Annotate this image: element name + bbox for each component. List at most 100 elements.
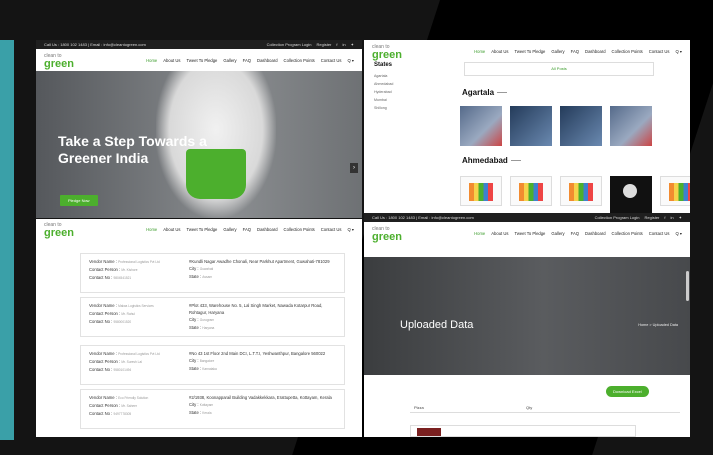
vendor-nav: clean to green Home About Us Tweet To Ple… <box>36 219 362 239</box>
nav-faq[interactable]: FAQ <box>571 231 579 236</box>
menu: Home About Us Tweet To Pledge Gallery FA… <box>474 231 682 236</box>
nav-contact[interactable]: Contact Us <box>321 227 342 232</box>
gallery-nav: clean to green Home About Us Tweet To Ple… <box>364 40 690 62</box>
home-page-panel: Call Us : 1800 102 1483 | Email : info@c… <box>36 40 362 218</box>
column-header: Pizza <box>414 405 424 410</box>
column-header: Qty <box>526 405 533 410</box>
nav-home[interactable]: Home <box>146 227 157 232</box>
register-link[interactable]: Register <box>316 42 331 47</box>
nav-gallery[interactable]: Gallery <box>223 227 236 232</box>
nav-collection-points[interactable]: Collection Points <box>612 231 643 236</box>
main-nav: clean to green Home About Us Tweet To Ple… <box>364 222 690 244</box>
linkedin-icon[interactable]: in <box>671 215 674 220</box>
nav-home[interactable]: Home <box>474 49 485 54</box>
linkedin-icon[interactable]: in <box>343 42 346 47</box>
gallery-photo[interactable] <box>460 106 502 146</box>
logo[interactable]: clean to green <box>44 52 74 70</box>
nav-home[interactable]: Home <box>474 231 485 236</box>
page-title: Uploaded Data <box>400 319 474 331</box>
state-item[interactable]: Agartala <box>374 72 444 80</box>
gallery-photo[interactable] <box>560 176 602 206</box>
nav-gallery[interactable]: Gallery <box>223 58 236 63</box>
vendor-card: Vendor Name : Professional Logistics Pvt… <box>80 345 345 385</box>
contact-info: Call Us : 1800 102 1483 | Email : info@c… <box>44 42 146 47</box>
gallery-page-panel: clean to green Home About Us Tweet To Ple… <box>364 40 690 215</box>
nav-about[interactable]: About Us <box>163 227 180 232</box>
state-item[interactable]: Mumbai <box>374 96 444 104</box>
nav-dashboard[interactable]: Dashboard <box>257 227 278 232</box>
nav-tweet[interactable]: Tweet To Pledge <box>187 58 218 63</box>
nav-contact[interactable]: Contact Us <box>321 58 342 63</box>
search-icon[interactable]: Q ▾ <box>675 49 682 54</box>
menu: Home About Us Tweet To Pledge Gallery FA… <box>146 227 354 232</box>
state-item[interactable]: Hyderabad <box>374 88 444 96</box>
gallery-photo[interactable] <box>510 106 552 146</box>
sidebar-title: States <box>374 62 393 68</box>
device-frame: Call Us : 1800 102 1483 | Email : info@c… <box>0 0 713 455</box>
state-item[interactable]: Shillong <box>374 104 444 112</box>
gallery-photo[interactable] <box>610 176 652 215</box>
logo[interactable]: clean to green <box>372 225 402 243</box>
chevron-right-icon[interactable]: › <box>350 163 358 173</box>
logo[interactable]: clean to green <box>372 43 402 61</box>
page-banner: Uploaded Data Home > Uploaded Data <box>364 257 690 375</box>
background-accent <box>0 40 14 440</box>
twitter-icon[interactable]: ✦ <box>351 42 354 47</box>
search-icon[interactable]: Q ▾ <box>347 227 354 232</box>
gallery-photo[interactable] <box>560 106 602 146</box>
hero-title: Take a Step Towards a Greener India <box>58 133 207 166</box>
collection-login-link[interactable]: Collection Program Login <box>595 215 640 220</box>
nav-dashboard[interactable]: Dashboard <box>257 58 278 63</box>
table-row <box>410 425 636 437</box>
top-bar: Call Us : 1800 102 1483 | Email : info@c… <box>364 213 690 222</box>
nav-about[interactable]: About Us <box>163 58 180 63</box>
download-excel-button[interactable]: Download Excel <box>606 386 649 397</box>
nav-about[interactable]: About Us <box>491 49 508 54</box>
gallery-photo[interactable] <box>510 176 552 206</box>
row-thumbnail <box>417 428 441 436</box>
photo-row <box>460 106 652 146</box>
search-icon[interactable]: Q ▾ <box>347 58 354 63</box>
nav-collection-points[interactable]: Collection Points <box>284 227 315 232</box>
breadcrumb[interactable]: Home > Uploaded Data <box>638 323 678 327</box>
table-header: Pizza Qty <box>410 403 680 413</box>
nav-contact[interactable]: Contact Us <box>649 49 670 54</box>
facebook-icon[interactable]: f <box>664 215 665 220</box>
nav-gallery[interactable]: Gallery <box>551 49 564 54</box>
vendor-card: Vendor Name : Professional Logistics Pvt… <box>80 253 345 293</box>
nav-gallery[interactable]: Gallery <box>551 231 564 236</box>
nav-about[interactable]: About Us <box>491 231 508 236</box>
all-posts-filter[interactable]: All Posts <box>464 62 654 76</box>
scrollbar[interactable] <box>686 271 689 301</box>
pledge-now-button[interactable]: Pledge Now <box>60 195 98 206</box>
states-sidebar: States Agartala Ahmedabad Hyderabad Mumb… <box>374 62 444 112</box>
city-heading: Ahmedabad <box>462 156 521 165</box>
gallery-photo[interactable] <box>610 106 652 146</box>
search-icon[interactable]: Q ▾ <box>675 231 682 236</box>
nav-dashboard[interactable]: Dashboard <box>585 231 606 236</box>
collection-login-link[interactable]: Collection Program Login <box>267 42 312 47</box>
contact-info: Call Us : 1800 102 1483 | Email : info@c… <box>372 215 474 220</box>
gallery-photo[interactable] <box>460 176 502 206</box>
twitter-icon[interactable]: ✦ <box>679 215 682 220</box>
photo-row <box>460 176 690 215</box>
nav-contact[interactable]: Contact Us <box>649 231 670 236</box>
nav-collection-points[interactable]: Collection Points <box>284 58 315 63</box>
nav-home[interactable]: Home <box>146 58 157 63</box>
state-item[interactable]: Ahmedabad <box>374 80 444 88</box>
vendor-card: Vendor Name : Malwa Logistics Services Co… <box>80 297 345 337</box>
nav-faq[interactable]: FAQ <box>243 58 251 63</box>
collection-points-panel: clean to green Home About Us Tweet To Ple… <box>36 219 362 437</box>
facebook-icon[interactable]: f <box>336 42 337 47</box>
register-link[interactable]: Register <box>644 215 659 220</box>
nav-tweet[interactable]: Tweet To Pledge <box>515 231 546 236</box>
nav-collection-points[interactable]: Collection Points <box>612 49 643 54</box>
nav-tweet[interactable]: Tweet To Pledge <box>187 227 218 232</box>
logo[interactable]: clean to green <box>44 221 74 239</box>
nav-tweet[interactable]: Tweet To Pledge <box>515 49 546 54</box>
gallery-photo[interactable] <box>660 176 690 206</box>
nav-dashboard[interactable]: Dashboard <box>585 49 606 54</box>
nav-faq[interactable]: FAQ <box>571 49 579 54</box>
nav-faq[interactable]: FAQ <box>243 227 251 232</box>
vendor-card: Vendor Name : Eco Friendly Solution Conta… <box>80 389 345 429</box>
